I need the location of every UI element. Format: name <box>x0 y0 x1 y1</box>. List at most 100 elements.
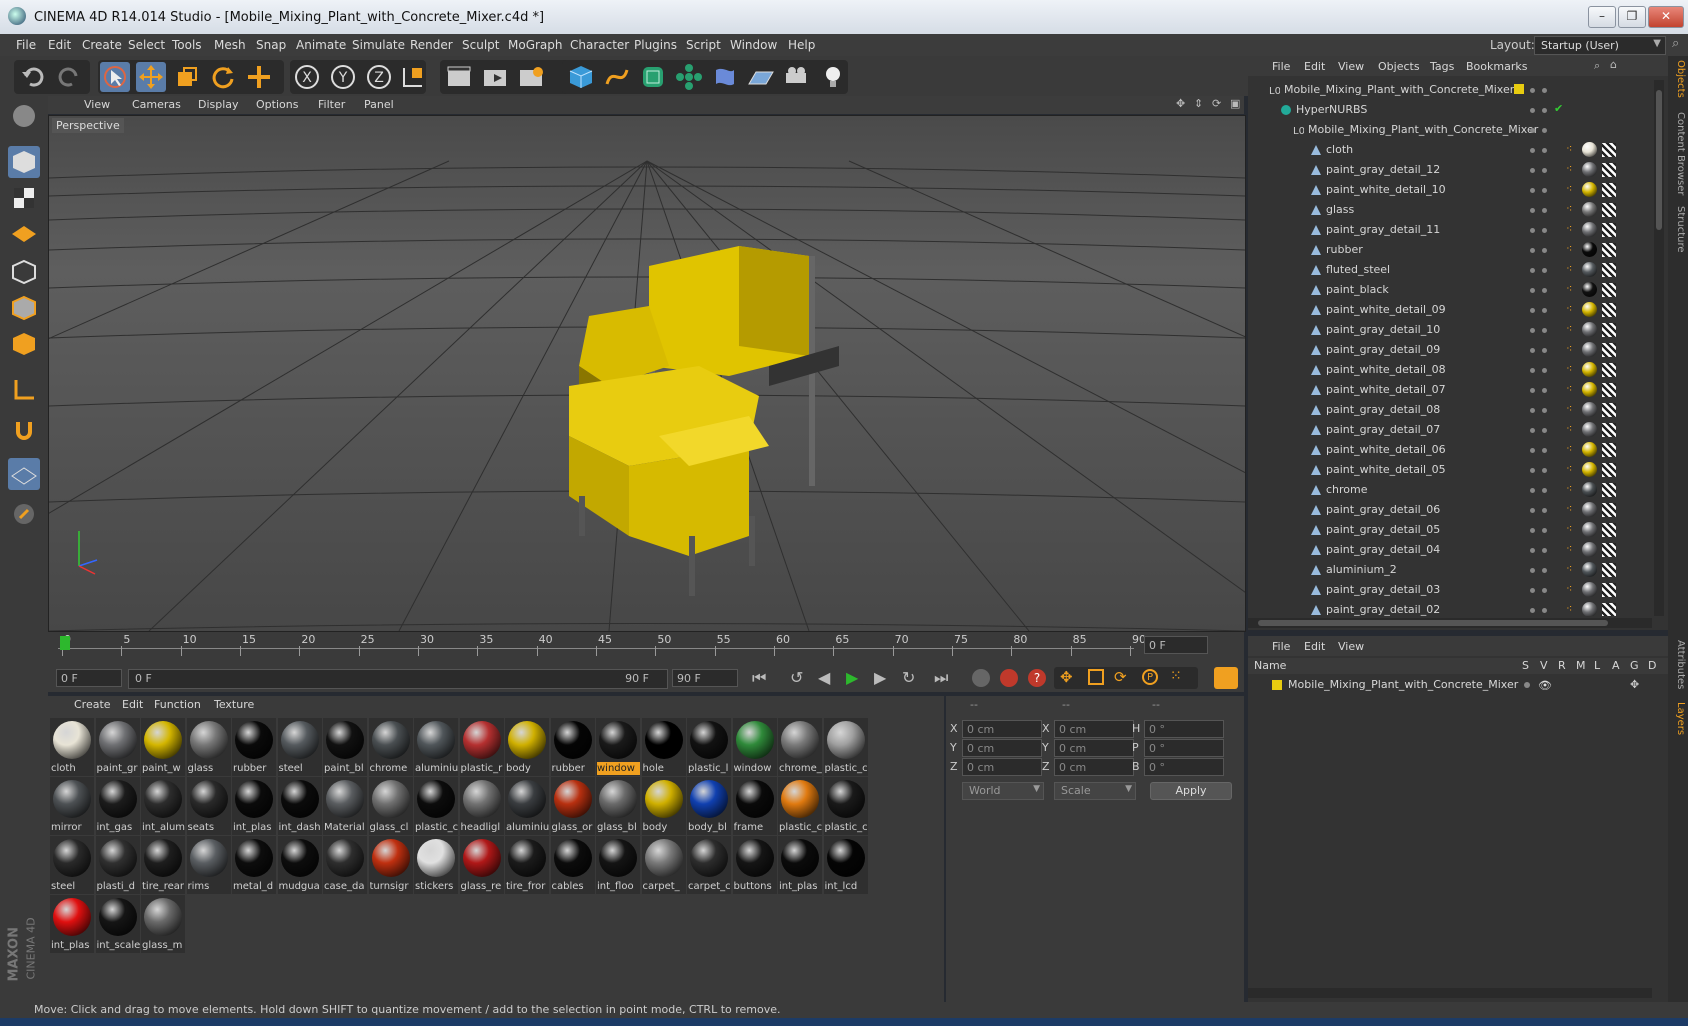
next-key-icon[interactable]: ↻ <box>902 668 915 687</box>
material-swatch[interactable]: plastic_c <box>414 777 458 835</box>
undo-icon[interactable] <box>18 62 48 92</box>
material-swatch[interactable]: stickers <box>414 836 458 894</box>
material-swatch[interactable]: rubber <box>550 718 595 776</box>
material-swatch[interactable]: headligl <box>459 777 504 835</box>
enabled-check-icon[interactable]: ✔ <box>1554 102 1563 115</box>
render-visibility-dot[interactable] <box>1542 308 1547 313</box>
material-swatch[interactable]: window <box>732 718 777 776</box>
start-frame-field[interactable]: 0 F <box>56 669 122 687</box>
material-tag-icon[interactable] <box>1582 162 1597 177</box>
texture-tag-icon[interactable] <box>1602 283 1616 297</box>
camera-icon[interactable] <box>782 62 812 92</box>
floor-icon[interactable] <box>746 62 776 92</box>
object-row[interactable]: glass ⁖ <box>1248 200 1658 220</box>
texture-mode-icon[interactable] <box>8 182 40 214</box>
texture-tag-icon[interactable] <box>1602 163 1616 177</box>
material-tag-icon[interactable] <box>1582 242 1597 257</box>
texture-tag-icon[interactable] <box>1602 523 1616 537</box>
menu-create[interactable]: Create <box>82 38 122 52</box>
material-swatch[interactable]: chrome <box>368 718 413 776</box>
material-swatch[interactable]: glass_cl <box>368 777 413 835</box>
key-position-icon[interactable]: ✥ <box>1060 668 1073 686</box>
coordinate-system-icon[interactable] <box>398 62 428 92</box>
editor-visibility-dot[interactable] <box>1530 328 1535 333</box>
object-row[interactable]: chrome ⁖ <box>1248 480 1658 500</box>
material-tag-icon[interactable] <box>1582 342 1597 357</box>
viewport-menu-view[interactable]: View <box>84 98 110 111</box>
material-swatch[interactable]: aluminiu <box>505 777 549 835</box>
material-tag-icon[interactable] <box>1582 142 1597 157</box>
material-swatch[interactable]: metal_d <box>232 836 276 894</box>
layer-row[interactable]: Mobile_Mixing_Plant_with_Concrete_Mixer … <box>1248 676 1668 694</box>
phong-tag-icon[interactable]: ⁖ <box>1566 382 1572 395</box>
scale-icon[interactable] <box>172 62 202 92</box>
go-to-start-icon[interactable]: ⏮ <box>752 668 766 688</box>
tab-content-browser[interactable]: Content Browser <box>1670 112 1686 195</box>
current-frame-field[interactable]: 0 F <box>1144 636 1208 654</box>
material-tag-icon[interactable] <box>1582 182 1597 197</box>
object-row[interactable]: paint_black ⁖ <box>1248 280 1658 300</box>
phong-tag-icon[interactable]: ⁖ <box>1566 422 1572 435</box>
viewport-menu-cameras[interactable]: Cameras <box>132 98 181 111</box>
render-settings-icon[interactable] <box>516 62 546 92</box>
maximize-view-icon[interactable]: ▣ <box>1230 97 1240 110</box>
editor-visibility-dot[interactable] <box>1530 428 1535 433</box>
material-swatch[interactable]: int_alum <box>141 777 185 835</box>
material-swatch[interactable]: carpet_ <box>641 836 686 894</box>
material-tag-icon[interactable] <box>1582 442 1597 457</box>
play-icon[interactable]: ▶ <box>846 668 858 687</box>
editor-visibility-dot[interactable] <box>1530 88 1535 93</box>
editor-visibility-dot[interactable] <box>1530 148 1535 153</box>
layer-generator-icon[interactable]: ✥ <box>1630 678 1639 691</box>
deformer-icon[interactable] <box>710 62 740 92</box>
light-icon[interactable] <box>818 62 848 92</box>
viewport-menu-panel[interactable]: Panel <box>364 98 394 111</box>
editor-visibility-dot[interactable] <box>1530 208 1535 213</box>
object-row[interactable]: paint_white_detail_05 ⁖ <box>1248 460 1658 480</box>
material-tag-icon[interactable] <box>1582 502 1597 517</box>
object-row[interactable]: paint_white_detail_06 ⁖ <box>1248 440 1658 460</box>
material-swatch[interactable]: steel <box>50 836 94 894</box>
tab-objects[interactable]: Objects <box>1670 60 1686 98</box>
coord-value-field[interactable]: 0 cm <box>1054 720 1134 738</box>
coord-value-field[interactable]: 0 ° <box>1144 720 1224 738</box>
coord-value-field[interactable]: 0 cm <box>962 720 1042 738</box>
array-icon[interactable] <box>674 62 704 92</box>
material-swatch[interactable]: case_da <box>323 836 367 894</box>
material-tag-icon[interactable] <box>1582 362 1597 377</box>
minimize-button[interactable]: – <box>1588 6 1616 28</box>
previous-frame-icon[interactable]: ◀ <box>818 668 830 687</box>
material-tag-icon[interactable] <box>1582 542 1597 557</box>
object-menu-edit[interactable]: Edit <box>1304 60 1325 73</box>
material-swatch[interactable]: int_scale <box>95 895 140 953</box>
key-rotation-icon[interactable]: ⟳ <box>1114 668 1127 686</box>
render-visibility-dot[interactable] <box>1542 148 1547 153</box>
object-row[interactable]: L0 Mobile_Mixing_Plant_with_Concrete_Mixe… <box>1248 120 1658 140</box>
material-swatch[interactable]: steel <box>277 718 322 776</box>
phong-tag-icon[interactable]: ⁖ <box>1566 542 1572 555</box>
coord-value-field[interactable]: 0 cm <box>1054 739 1134 757</box>
menu-edit[interactable]: Edit <box>48 38 71 52</box>
material-swatch[interactable]: glass_bl <box>596 777 640 835</box>
texture-tag-icon[interactable] <box>1602 503 1616 517</box>
render-visibility-dot[interactable] <box>1542 108 1547 113</box>
render-visibility-dot[interactable] <box>1542 268 1547 273</box>
material-swatch[interactable]: glass_re <box>459 836 504 894</box>
material-swatch[interactable]: paint_bl <box>323 718 367 776</box>
editor-visibility-dot[interactable] <box>1530 108 1535 113</box>
object-row[interactable]: rubber ⁖ <box>1248 240 1658 260</box>
material-swatch[interactable]: body <box>641 777 686 835</box>
texture-tag-icon[interactable] <box>1602 543 1616 557</box>
coord-transform-select[interactable]: Scale ▼ <box>1054 782 1136 800</box>
material-swatch[interactable]: plasti_d <box>95 836 140 894</box>
autokeying-icon[interactable]: ? <box>1028 669 1046 687</box>
menu-render[interactable]: Render <box>410 38 453 52</box>
object-scrollbar[interactable] <box>1654 80 1664 616</box>
coord-value-field[interactable]: 0 cm <box>1054 758 1134 776</box>
material-tag-icon[interactable] <box>1582 582 1597 597</box>
material-swatch[interactable]: body_bl <box>687 777 731 835</box>
material-menu-create[interactable]: Create <box>74 698 111 711</box>
texture-tag-icon[interactable] <box>1602 143 1616 157</box>
layer-color-swatch[interactable] <box>1272 680 1282 690</box>
layer-menu-edit[interactable]: Edit <box>1304 640 1325 653</box>
